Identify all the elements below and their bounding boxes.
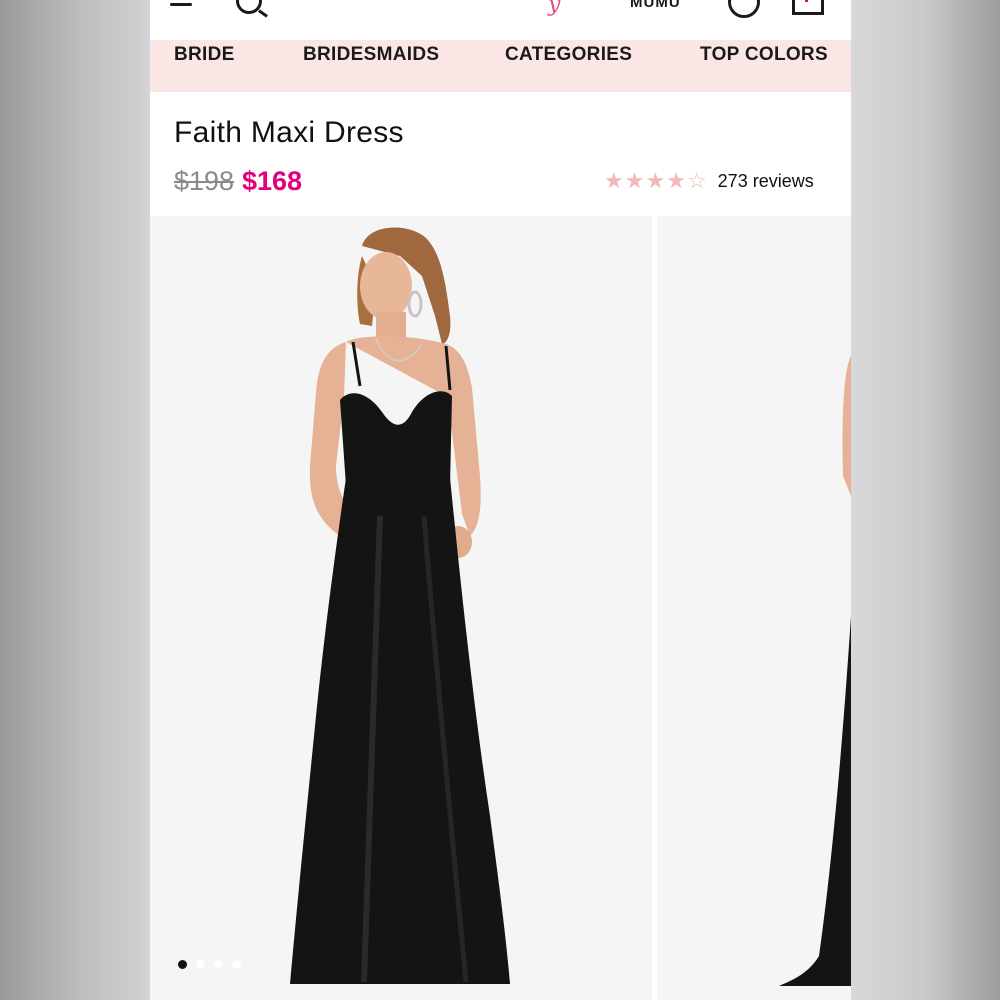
- star-icon: ★: [666, 168, 686, 193]
- star-icon: ★: [624, 168, 645, 193]
- rating[interactable]: ★ ★ ★ ★ ☆ 273 reviews: [604, 170, 814, 192]
- logo-mark[interactable]: y: [548, 0, 560, 17]
- model-dress-image-next: [779, 356, 851, 986]
- star-empty-icon: ☆: [686, 168, 707, 193]
- menu-icon[interactable]: [170, 0, 192, 6]
- search-icon[interactable]: [236, 0, 262, 14]
- carousel-dot[interactable]: [232, 960, 241, 969]
- product-title: Faith Maxi Dress: [174, 116, 404, 149]
- carousel-dots: [178, 960, 250, 969]
- category-nav: BRIDE BRIDESMAIDS CATEGORIES TOP COLORS: [150, 40, 851, 92]
- phone-screen: y MUMU BRIDE BRIDESMAIDS CATEGORIES TOP …: [150, 0, 851, 1000]
- background-right: [851, 0, 1000, 1000]
- product-image-main[interactable]: [150, 216, 652, 1000]
- nav-item-categories[interactable]: CATEGORIES: [505, 44, 632, 66]
- product-image-next[interactable]: [657, 216, 851, 1000]
- account-icon[interactable]: [728, 0, 760, 18]
- star-icon: ★: [645, 168, 666, 193]
- top-header: y MUMU: [150, 0, 851, 40]
- carousel-dot[interactable]: [196, 960, 205, 969]
- carousel-dot-active[interactable]: [178, 960, 187, 969]
- model-dress-image: [290, 227, 510, 984]
- nav-item-bride[interactable]: BRIDE: [174, 44, 235, 66]
- carousel-dot[interactable]: [214, 960, 223, 969]
- sale-price: $168: [242, 166, 303, 196]
- cart-icon[interactable]: [792, 0, 824, 15]
- nav-item-bridesmaids[interactable]: BRIDESMAIDS: [303, 44, 439, 66]
- nav-item-top-colors[interactable]: TOP COLORS: [700, 44, 828, 66]
- reviews-link[interactable]: 273 reviews: [718, 171, 814, 192]
- original-price: $198: [174, 166, 235, 196]
- brand-name[interactable]: MUMU: [630, 0, 681, 11]
- cart-count-badge: [805, 0, 808, 2]
- star-icon: ★: [604, 168, 624, 193]
